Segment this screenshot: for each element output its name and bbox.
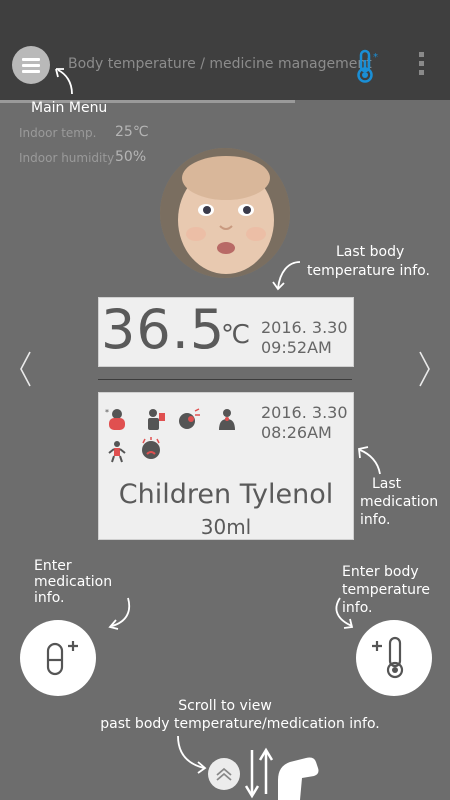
medication-name: Children Tylenol [118, 479, 334, 510]
temperature-unit: ℃ [221, 320, 251, 350]
indoor-temp-value: 25℃ [115, 124, 149, 140]
scroll-callout-line2: past body temperature/medication info. [100, 716, 380, 732]
pill-plus-icon [46, 641, 78, 676]
crying-icon [142, 437, 160, 459]
medication-date: 2016. 3.30 [261, 403, 348, 422]
divider [98, 379, 352, 380]
add-temperature-button[interactable] [356, 620, 432, 696]
temperature-date: 2016. 3.30 [261, 318, 348, 337]
scroll-up-button[interactable] [208, 758, 240, 790]
indoor-humidity-row: Indoor humidity 50% [19, 149, 146, 165]
medication-dose: 30ml [200, 515, 252, 539]
last-med-callout-line1: Last [372, 476, 402, 492]
last-temperature-card[interactable]: 36.5 ℃ 2016. 3.30 09:52AM [98, 297, 354, 367]
more-vert-icon[interactable] [416, 52, 426, 80]
temperature-time: 09:52AM [261, 338, 332, 357]
arrow-icon [358, 446, 381, 475]
enter-med-callout-line2: medication [34, 574, 113, 590]
add-medication-button[interactable] [20, 620, 96, 696]
scroll-callout-line1: Scroll to view [178, 698, 272, 714]
arrow-icon [177, 735, 207, 774]
indoor-humidity-value: 50% [115, 149, 147, 165]
vomiting-icon [148, 409, 165, 430]
chills-icon: * [105, 408, 125, 430]
medication-time: 08:26AM [261, 423, 332, 442]
arrow-icon [272, 261, 301, 291]
last-temp-callout-line1: Last body [336, 244, 405, 260]
enter-temp-callout-line1: Enter body [342, 564, 419, 580]
svg-text:*: * [373, 52, 378, 63]
thermometer-plus-icon [372, 636, 404, 679]
svg-text:*: * [105, 408, 109, 417]
page-title: Body temperature / medicine management [68, 56, 372, 72]
chevron-right-icon[interactable] [418, 350, 432, 388]
arrow-icon [108, 597, 131, 630]
cough-icon [179, 408, 200, 429]
main-menu-button[interactable] [12, 46, 50, 84]
indoor-temp-row: Indoor temp. 25℃ [19, 124, 149, 140]
last-med-callout-line2: medication [360, 494, 439, 510]
temperature-value: 36.5 [101, 298, 226, 361]
swipe-gesture-icon [244, 747, 319, 800]
enter-med-callout-line3: info. [34, 590, 65, 606]
baby-avatar[interactable] [160, 148, 290, 278]
hamburger-icon [22, 58, 40, 61]
indoor-temp-label: Indoor temp. [19, 126, 97, 140]
main-menu-callout: Main Menu [31, 100, 108, 116]
last-temp-callout-line2: temperature info. [307, 263, 430, 279]
arrow-icon [55, 68, 73, 95]
last-med-callout-line3: info. [360, 512, 391, 528]
last-medication-card[interactable]: * 2016. 3.30 08:26AM Children Tylenol 30… [98, 392, 354, 540]
indoor-humidity-label: Indoor humidity [19, 151, 115, 165]
double-chevron-up-icon [216, 767, 232, 781]
sore-throat-icon [219, 409, 235, 430]
thermometer-icon[interactable]: * [352, 48, 386, 84]
enter-med-callout-line1: Enter [34, 558, 72, 574]
chevron-left-icon[interactable] [18, 350, 32, 388]
shivering-icon [108, 441, 126, 463]
